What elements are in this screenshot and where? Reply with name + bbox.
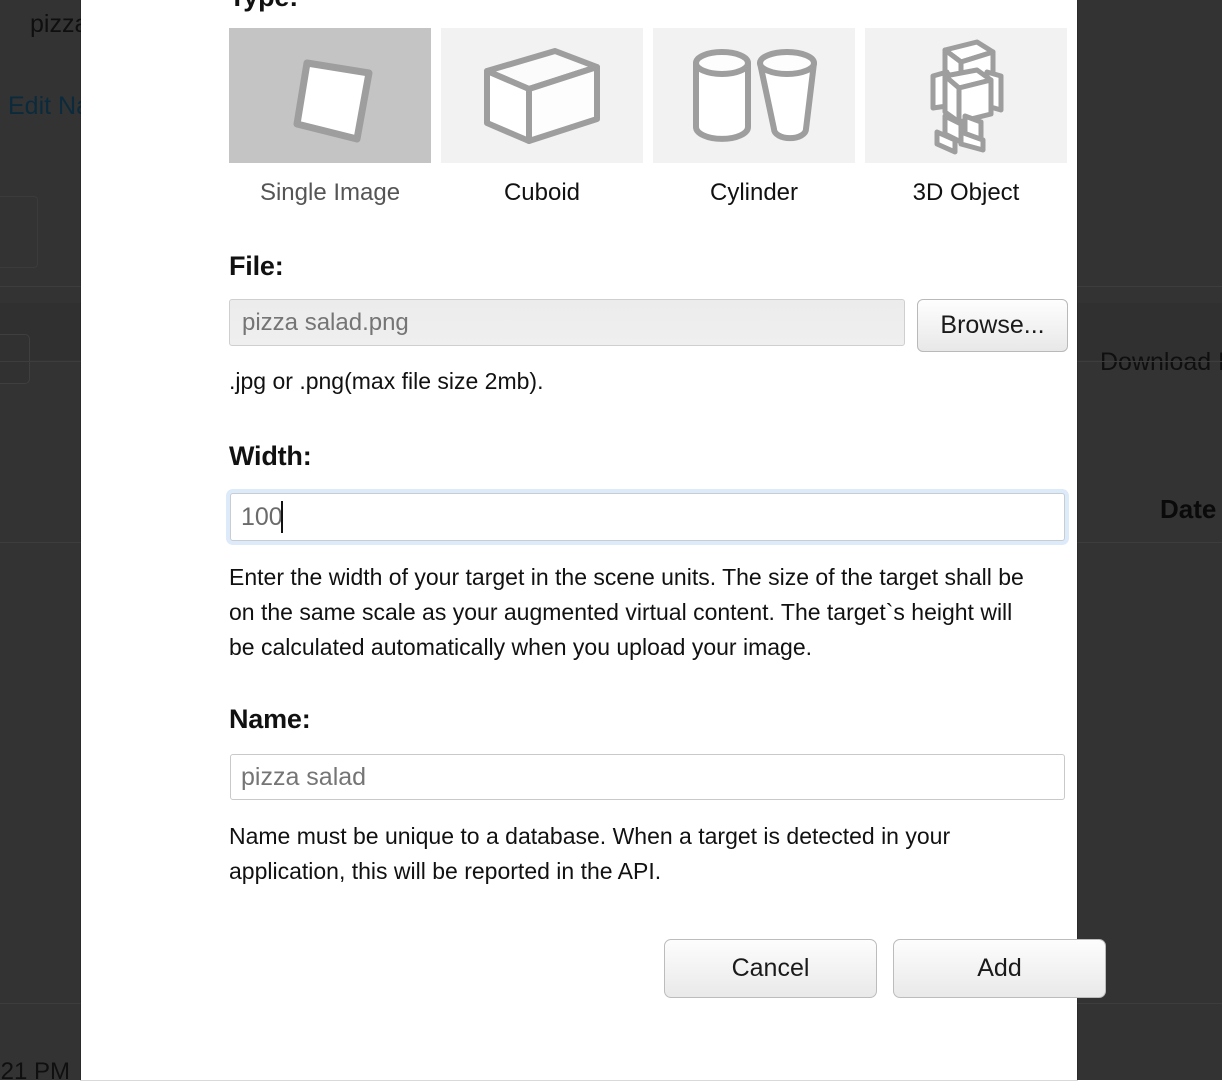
background-target-title: pizza (30, 10, 88, 39)
type-section-label: Type: (229, 0, 298, 13)
add-target-dialog: Type: Single Image Cuboid (81, 0, 1077, 1080)
file-section-label: File: (229, 251, 284, 282)
name-hint-text: Name must be unique to a database. When … (229, 819, 1019, 889)
3d-object-icon (911, 36, 1021, 156)
type-option-label: Cylinder (653, 179, 855, 207)
background-download-button[interactable]: Download D (1100, 348, 1222, 377)
background-timestamp: :21 PM (0, 1058, 70, 1086)
type-option-single-image[interactable]: Single Image (229, 28, 431, 207)
add-button[interactable]: Add (893, 939, 1106, 998)
cancel-button[interactable]: Cancel (664, 939, 877, 998)
cylinder-thumb (653, 28, 855, 163)
cuboid-thumb (441, 28, 643, 163)
file-hint-text: .jpg or .png(max file size 2mb). (229, 368, 543, 395)
type-option-label: Cuboid (441, 179, 643, 207)
type-option-label: 3D Object (865, 179, 1067, 207)
single-image-icon (275, 41, 385, 151)
file-path-input[interactable] (229, 299, 905, 346)
background-date-column-header: Date (1160, 494, 1216, 525)
name-input[interactable] (230, 754, 1065, 800)
cylinder-icon (684, 41, 824, 151)
file-input-row: Browse... (229, 299, 1069, 352)
text-caret (281, 501, 283, 533)
dialog-actions: Cancel Add (664, 939, 1106, 998)
width-input[interactable] (230, 493, 1065, 541)
background-edit-name-link[interactable]: Edit Na (8, 92, 90, 121)
browse-button[interactable]: Browse... (917, 299, 1068, 352)
type-option-cylinder[interactable]: Cylinder (653, 28, 855, 207)
background-panel (0, 196, 38, 268)
width-hint-text: Enter the width of your target in the sc… (229, 560, 1029, 665)
type-option-3d-object[interactable]: 3D Object (865, 28, 1067, 207)
background-icon-button[interactable] (0, 334, 30, 384)
single-image-thumb (229, 28, 431, 163)
target-type-selector: Single Image Cuboid Cylin (229, 28, 1069, 207)
3d-object-thumb (865, 28, 1067, 163)
name-section-label: Name: (229, 704, 311, 735)
type-option-cuboid[interactable]: Cuboid (441, 28, 643, 207)
cuboid-icon (477, 41, 607, 151)
type-option-label: Single Image (229, 179, 431, 207)
width-section-label: Width: (229, 441, 312, 472)
